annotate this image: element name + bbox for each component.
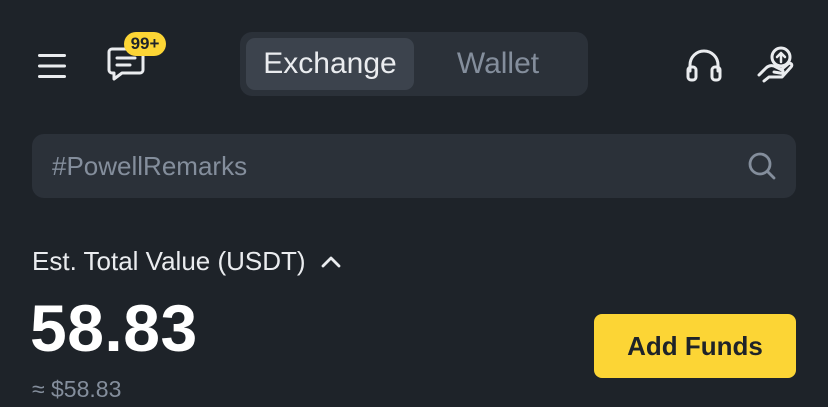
headset-support-icon bbox=[686, 49, 722, 82]
search-icon bbox=[748, 152, 776, 180]
wallet-overview-screen: 99+ Exchange Wallet #PowellRemarks Est. … bbox=[0, 0, 828, 407]
notification-badge: 99+ bbox=[124, 32, 166, 56]
balance-toggle[interactable]: Est. Total Value (USDT) bbox=[32, 246, 342, 277]
support-button[interactable] bbox=[680, 42, 728, 90]
balance-fiat-estimate: ≈ $58.83 bbox=[32, 376, 122, 402]
gift-hand-icon bbox=[757, 46, 794, 83]
add-funds-button[interactable]: Add Funds bbox=[594, 314, 796, 378]
search-input[interactable] bbox=[50, 149, 746, 183]
rewards-button[interactable] bbox=[752, 40, 800, 90]
search-bar[interactable] bbox=[32, 134, 796, 198]
total-balance-value: 58.83 bbox=[30, 291, 198, 365]
top-bar: 99+ Exchange Wallet bbox=[0, 0, 828, 130]
tab-exchange[interactable]: Exchange bbox=[246, 38, 414, 90]
tab-wallet[interactable]: Wallet bbox=[414, 38, 582, 90]
search-button[interactable] bbox=[746, 150, 778, 182]
hamburger-menu-icon bbox=[38, 54, 66, 78]
balance-label: Est. Total Value (USDT) bbox=[32, 246, 306, 276]
exchange-wallet-switch: Exchange Wallet bbox=[240, 32, 588, 96]
menu-button[interactable] bbox=[30, 44, 74, 88]
chevron-up-icon[interactable] bbox=[320, 251, 342, 273]
